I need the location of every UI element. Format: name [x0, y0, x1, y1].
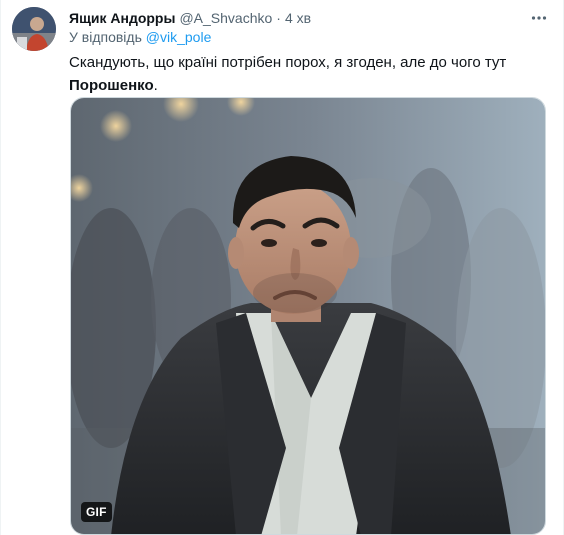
author-display-name[interactable]: Ящик Андорры — [69, 10, 175, 26]
tweet-text-bold: Порошенко — [69, 77, 154, 94]
reply-mention-link[interactable]: @vik_pole — [146, 29, 212, 45]
gif-badge: GIF — [81, 502, 112, 522]
tweet-text-main: Скандують, що країні потрібен порох, я з… — [69, 54, 507, 71]
gif-frame — [71, 98, 545, 534]
reply-prefix: У відповідь — [69, 29, 142, 45]
gif-media[interactable]: GIF — [70, 97, 546, 535]
author-handle[interactable]: @A_Shvachko — [179, 10, 272, 26]
separator-dot: · — [276, 10, 281, 26]
tweet-header: Ящик Андорры @A_Shvachko · 4 хв — [69, 8, 311, 28]
tweet-text: Скандують, що країні потрібен порох, я з… — [69, 51, 549, 97]
tweet-text-end: . — [153, 77, 158, 94]
avatar-image — [12, 7, 56, 51]
ellipsis-icon — [531, 16, 547, 20]
replying-to: У відповідь @vik_pole — [69, 29, 211, 45]
avatar[interactable] — [12, 7, 56, 51]
tweet[interactable]: Ящик Андорры @A_Shvachko · 4 хв У відпов… — [0, 0, 564, 535]
tweet-timestamp[interactable]: 4 хв — [285, 10, 311, 26]
more-options-button[interactable] — [528, 7, 550, 29]
